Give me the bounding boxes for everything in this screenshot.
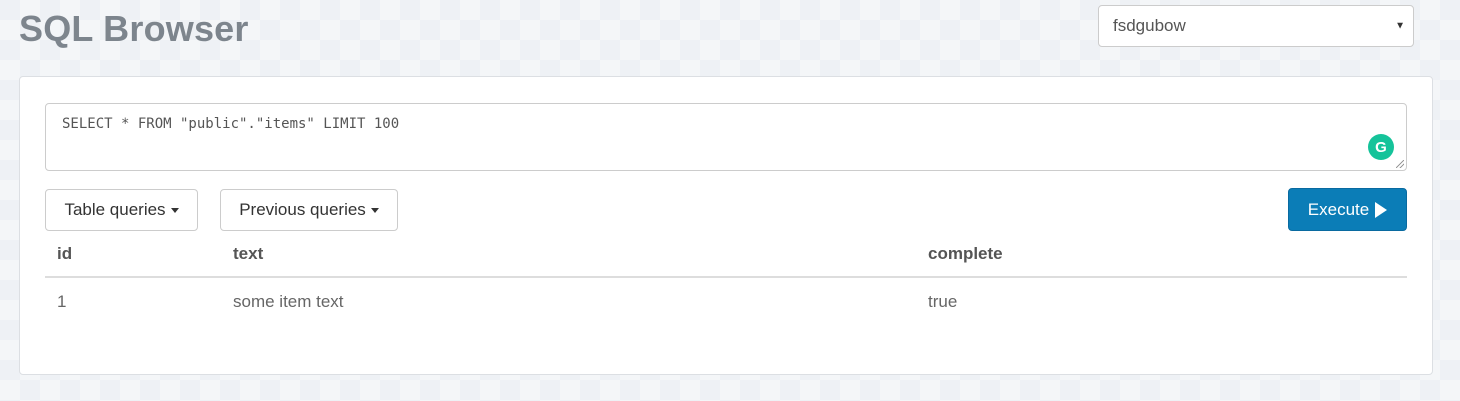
previous-queries-label: Previous queries xyxy=(239,200,366,219)
execute-label: Execute xyxy=(1307,199,1370,219)
database-select-value: fsdgubow xyxy=(1113,16,1186,35)
column-header-text[interactable]: text xyxy=(221,231,916,278)
table-queries-label: Table queries xyxy=(64,200,166,219)
table-row[interactable]: 1 some item text true xyxy=(45,277,1407,325)
execute-button[interactable]: Execute xyxy=(1288,188,1407,231)
cell-complete: true xyxy=(928,291,958,311)
column-header-id[interactable]: id xyxy=(45,231,221,278)
database-select[interactable]: fsdgubow ▼ xyxy=(1098,5,1414,47)
table-header-row: id text complete xyxy=(45,231,1407,278)
query-editor[interactable]: SELECT * FROM "public"."items" LIMIT 100… xyxy=(45,103,1407,171)
column-header-complete[interactable]: complete xyxy=(916,231,1407,278)
dropdown-arrow-icon: ▼ xyxy=(1395,20,1405,32)
previous-queries-button[interactable]: Previous queries xyxy=(220,189,398,231)
query-text: SELECT * FROM "public"."items" LIMIT 100 xyxy=(62,116,400,132)
page-title: SQL Browser xyxy=(19,8,249,49)
resize-handle-icon[interactable] xyxy=(1396,160,1404,168)
caret-down-icon xyxy=(370,207,379,213)
cell-text: some item text xyxy=(233,291,344,311)
grammarly-icon[interactable]: G xyxy=(1368,134,1394,160)
query-panel: SELECT * FROM "public"."items" LIMIT 100… xyxy=(19,76,1433,375)
table-queries-button[interactable]: Table queries xyxy=(45,189,198,231)
results-table: id text complete 1 some item text true xyxy=(45,231,1407,325)
cell-id: 1 xyxy=(57,291,67,311)
caret-down-icon xyxy=(170,207,179,213)
play-icon xyxy=(1375,201,1388,218)
